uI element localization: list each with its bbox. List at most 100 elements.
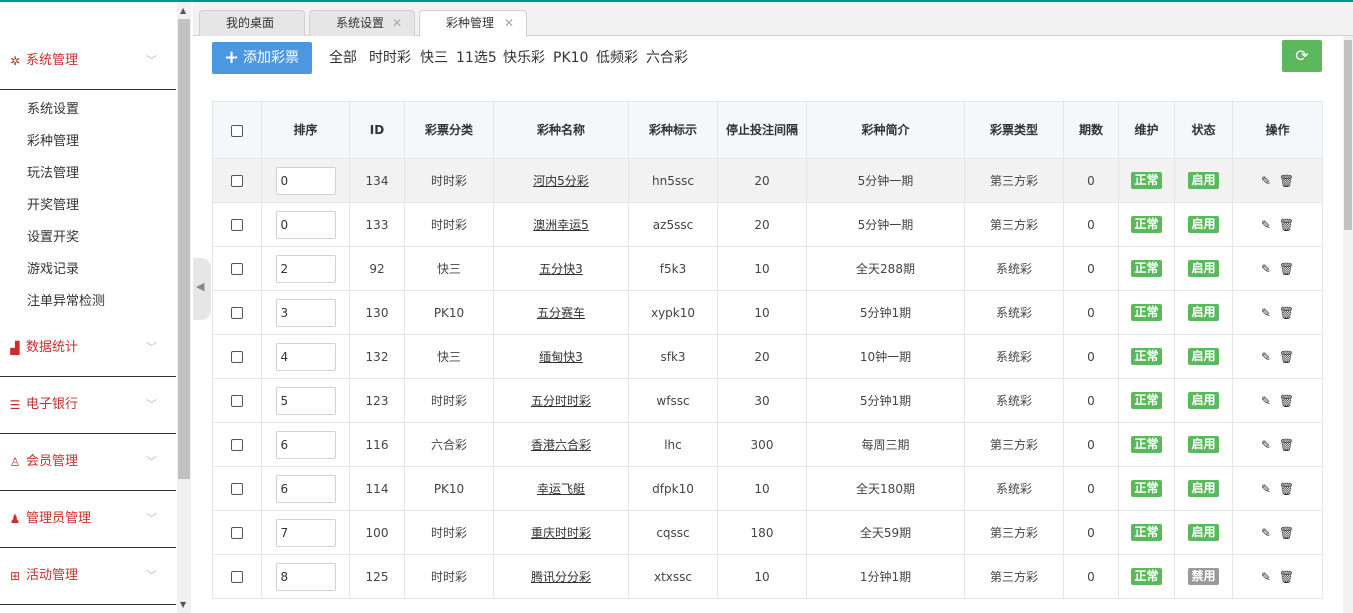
tab-lottery-manage[interactable]: 彩种管理 ✕	[419, 10, 527, 37]
pencil-icon[interactable]: ✎	[1261, 394, 1271, 408]
sidebar-group-ebank[interactable]: ☰ 电子银行 ﹀	[0, 378, 176, 434]
sidebar-group-stats[interactable]: ▟ 数据统计 ﹀	[0, 321, 176, 377]
sort-input[interactable]	[275, 474, 336, 503]
maint-badge[interactable]: 正常	[1131, 480, 1162, 497]
pencil-icon[interactable]: ✎	[1261, 526, 1271, 540]
tab-system-settings[interactable]: 系统设置 ✕	[309, 10, 415, 36]
row-checkbox[interactable]	[231, 219, 243, 231]
sidebar-group-members[interactable]: ♙ 会员管理 ﹀	[0, 435, 176, 491]
pencil-icon[interactable]: ✎	[1261, 438, 1271, 452]
row-checkbox[interactable]	[231, 571, 243, 583]
trash-icon[interactable]: 🗑	[1279, 438, 1294, 452]
filter-happy[interactable]: 快乐彩	[503, 48, 545, 68]
maint-badge[interactable]: 正常	[1131, 172, 1162, 189]
sidebar-scroll-thumb[interactable]	[178, 19, 190, 479]
status-badge[interactable]: 禁用	[1188, 568, 1219, 585]
trash-icon[interactable]: 🗑	[1279, 174, 1294, 188]
lottery-name-link[interactable]: 缅甸快3	[539, 350, 583, 364]
status-badge[interactable]: 启用	[1188, 260, 1219, 277]
sidebar-group-system[interactable]: ✲ 系统管理 ﹀	[0, 34, 176, 90]
pencil-icon[interactable]: ✎	[1261, 350, 1271, 364]
sidebar-item-game-records[interactable]: 游戏记录	[27, 261, 79, 279]
sidebar-item-system-settings[interactable]: 系统设置	[27, 101, 79, 119]
lottery-name-link[interactable]: 五分时时彩	[531, 394, 591, 408]
sort-input[interactable]	[275, 562, 336, 591]
status-badge[interactable]: 启用	[1188, 392, 1219, 409]
maint-badge[interactable]: 正常	[1131, 216, 1162, 233]
status-badge[interactable]: 启用	[1188, 348, 1219, 365]
main-scroll-thumb[interactable]	[1344, 40, 1352, 230]
sort-input[interactable]	[275, 166, 336, 195]
filter-11x5[interactable]: 11选5	[456, 48, 497, 68]
sort-input[interactable]	[275, 430, 336, 459]
status-badge[interactable]: 启用	[1188, 172, 1219, 189]
pencil-icon[interactable]: ✎	[1261, 218, 1271, 232]
sort-input[interactable]	[275, 386, 336, 415]
sort-input[interactable]	[275, 210, 336, 239]
sort-input[interactable]	[275, 298, 336, 327]
sort-input[interactable]	[275, 254, 336, 283]
trash-icon[interactable]: 🗑	[1279, 394, 1294, 408]
trash-icon[interactable]: 🗑	[1279, 306, 1294, 320]
filter-lhc[interactable]: 六合彩	[646, 48, 688, 68]
row-checkbox[interactable]	[231, 527, 243, 539]
trash-icon[interactable]: 🗑	[1279, 350, 1294, 364]
trash-icon[interactable]: 🗑	[1279, 262, 1294, 276]
row-checkbox[interactable]	[231, 395, 243, 407]
lottery-name-link[interactable]: 腾讯分分彩	[531, 570, 591, 584]
row-checkbox[interactable]	[231, 263, 243, 275]
lottery-name-link[interactable]: 重庆时时彩	[531, 526, 591, 540]
lottery-name-link[interactable]: 河内5分彩	[533, 174, 589, 188]
filter-k3[interactable]: 快三	[420, 48, 448, 68]
status-badge[interactable]: 启用	[1188, 304, 1219, 321]
close-icon[interactable]: ✕	[504, 11, 514, 35]
pencil-icon[interactable]: ✎	[1261, 306, 1271, 320]
filter-ssc[interactable]: 时时彩	[369, 48, 411, 68]
tab-desktop[interactable]: 我的桌面	[199, 10, 305, 36]
close-icon[interactable]: ✕	[392, 11, 402, 35]
maint-badge[interactable]: 正常	[1131, 260, 1162, 277]
scroll-down-icon[interactable]: ▼	[180, 600, 186, 609]
lottery-name-link[interactable]: 五分快3	[539, 262, 583, 276]
row-checkbox[interactable]	[231, 439, 243, 451]
filter-pk10[interactable]: PK10	[553, 48, 588, 68]
sidebar-item-lottery-manage[interactable]: 彩种管理	[27, 133, 79, 151]
trash-icon[interactable]: 🗑	[1279, 570, 1294, 584]
filter-all[interactable]: 全部	[329, 48, 357, 68]
maint-badge[interactable]: 正常	[1131, 436, 1162, 453]
sort-input[interactable]	[275, 342, 336, 371]
trash-icon[interactable]: 🗑	[1279, 526, 1294, 540]
sidebar-group-activities[interactable]: ⊞ 活动管理 ﹀	[0, 549, 176, 605]
maint-badge[interactable]: 正常	[1131, 348, 1162, 365]
row-checkbox[interactable]	[231, 483, 243, 495]
status-badge[interactable]: 启用	[1188, 524, 1219, 541]
trash-icon[interactable]: 🗑	[1279, 482, 1294, 496]
maint-badge[interactable]: 正常	[1131, 392, 1162, 409]
status-badge[interactable]: 启用	[1188, 216, 1219, 233]
scroll-up-icon[interactable]: ▲	[180, 6, 186, 15]
sidebar-group-admins[interactable]: ♟ 管理员管理 ﹀	[0, 492, 176, 548]
pencil-icon[interactable]: ✎	[1261, 570, 1271, 584]
select-all-checkbox[interactable]	[231, 124, 243, 137]
maint-badge[interactable]: 正常	[1131, 524, 1162, 541]
trash-icon[interactable]: 🗑	[1279, 218, 1294, 232]
sidebar-item-set-draw[interactable]: 设置开奖	[27, 229, 79, 247]
sort-input[interactable]	[275, 518, 336, 547]
sidebar-item-draw-manage[interactable]: 开奖管理	[27, 197, 79, 215]
maint-badge[interactable]: 正常	[1131, 304, 1162, 321]
sidebar-item-bet-anomaly[interactable]: 注单异常检测	[27, 293, 105, 311]
lottery-name-link[interactable]: 香港六合彩	[531, 438, 591, 452]
add-lottery-button[interactable]: + 添加彩票	[212, 42, 312, 74]
row-checkbox[interactable]	[231, 175, 243, 187]
status-badge[interactable]: 启用	[1188, 480, 1219, 497]
row-checkbox[interactable]	[231, 307, 243, 319]
pencil-icon[interactable]: ✎	[1261, 174, 1271, 188]
sidebar-item-play-manage[interactable]: 玩法管理	[27, 165, 79, 183]
pencil-icon[interactable]: ✎	[1261, 482, 1271, 496]
pencil-icon[interactable]: ✎	[1261, 262, 1271, 276]
refresh-button[interactable]: ⟳	[1282, 40, 1322, 72]
lottery-name-link[interactable]: 五分赛车	[537, 306, 585, 320]
lottery-name-link[interactable]: 幸运飞艇	[537, 482, 585, 496]
maint-badge[interactable]: 正常	[1131, 568, 1162, 585]
row-checkbox[interactable]	[231, 351, 243, 363]
